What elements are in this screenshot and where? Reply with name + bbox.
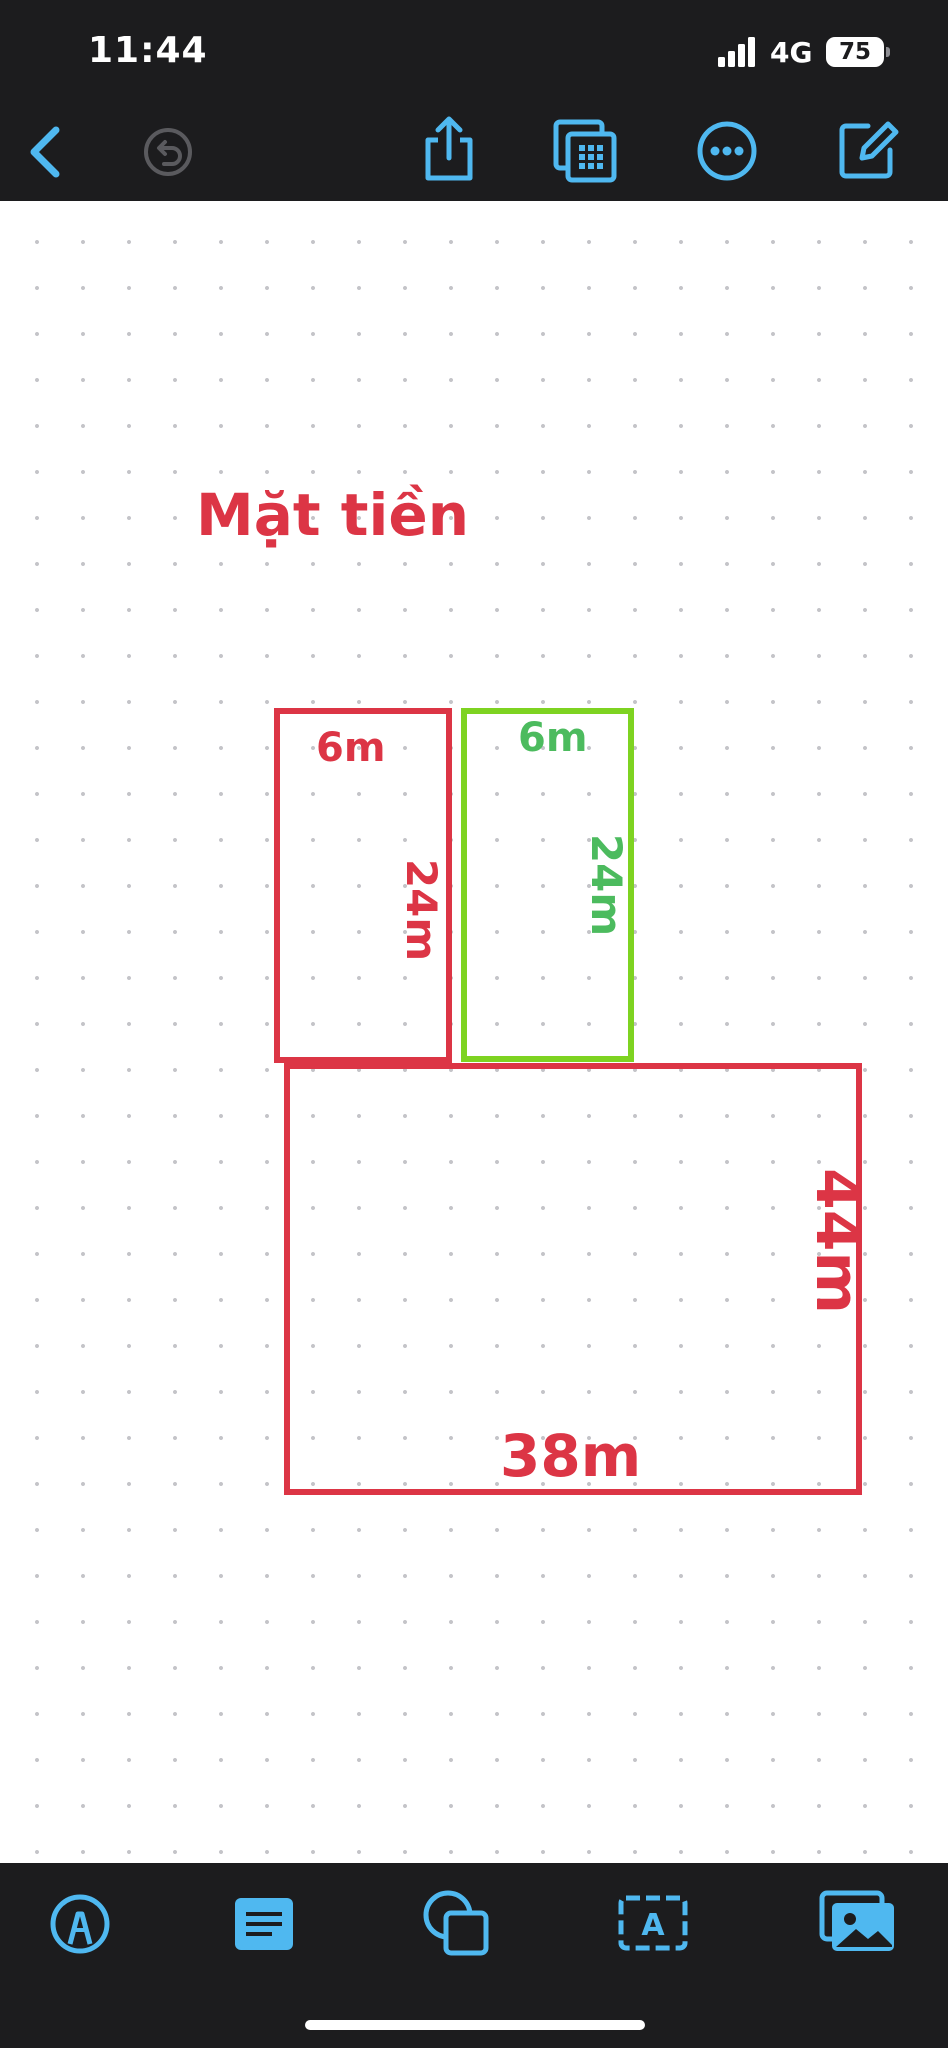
ellipsis-circle-icon bbox=[697, 121, 757, 181]
back-button[interactable] bbox=[24, 124, 68, 180]
signal-bars-icon bbox=[718, 37, 755, 67]
more-button[interactable] bbox=[696, 120, 758, 182]
plot-red-left-length: 24m bbox=[397, 858, 447, 962]
media-button[interactable] bbox=[818, 1889, 898, 1955]
shapes-button[interactable] bbox=[420, 1887, 492, 1959]
plot-green-width: 6m bbox=[518, 715, 588, 761]
sketch-title: Mặt tiền bbox=[196, 481, 470, 549]
text-block-button[interactable] bbox=[232, 1894, 296, 1954]
page-grid-button[interactable] bbox=[552, 118, 620, 184]
top-toolbar bbox=[0, 100, 948, 201]
chevron-left-icon bbox=[30, 126, 60, 178]
share-icon bbox=[425, 116, 473, 181]
svg-text:A: A bbox=[641, 1908, 665, 1943]
plot-large-length: 44m bbox=[802, 1167, 873, 1315]
compose-icon bbox=[839, 121, 899, 179]
text-box-button[interactable]: A bbox=[616, 1893, 690, 1953]
bottom-toolbar: A bbox=[0, 1863, 948, 2048]
plot-green-length: 24m bbox=[582, 833, 632, 937]
shapes-icon bbox=[423, 1890, 489, 1956]
page-grid-icon bbox=[553, 119, 617, 183]
text-box-icon: A bbox=[618, 1895, 688, 1951]
markup-button[interactable] bbox=[48, 1892, 112, 1956]
plot-large-width: 38m bbox=[500, 1422, 642, 1490]
plot-red-left-width: 6m bbox=[316, 725, 386, 771]
undo-button[interactable] bbox=[142, 126, 194, 178]
home-indicator bbox=[305, 2020, 645, 2030]
battery-icon: 75 bbox=[826, 37, 890, 67]
undo-icon bbox=[144, 128, 192, 176]
network-type: 4G bbox=[770, 36, 813, 69]
text-block-icon bbox=[235, 1898, 293, 1950]
status-bar: 11:44 4G 75 bbox=[0, 0, 948, 100]
markup-pen-icon bbox=[50, 1894, 110, 1954]
compose-button[interactable] bbox=[836, 116, 900, 182]
share-button[interactable] bbox=[418, 114, 480, 184]
status-time: 11:44 bbox=[88, 30, 208, 71]
photo-icon bbox=[819, 1890, 894, 1951]
note-canvas[interactable]: Mặt tiền 6m 24m 6m 24m 38m 44m bbox=[0, 201, 948, 1863]
